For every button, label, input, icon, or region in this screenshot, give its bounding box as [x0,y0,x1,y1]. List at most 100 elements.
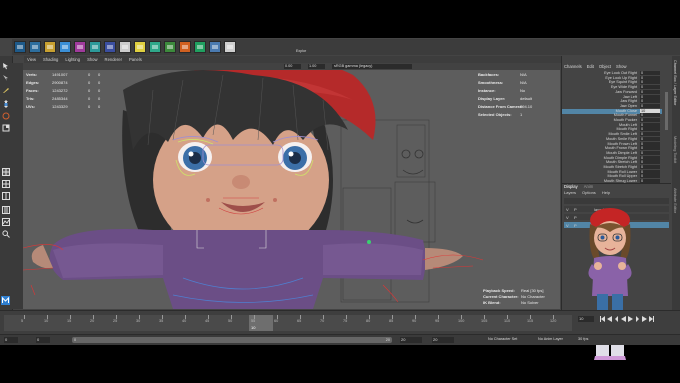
attribute-value-field[interactable]: 0 [640,174,660,179]
attribute-value-field[interactable]: 0 [640,85,660,90]
tab-attribute-editor[interactable]: Attribute Editor [673,188,677,213]
attribute-value-field[interactable]: 0 [640,127,660,132]
time-slider[interactable]: 10 5 10 15 20 25 30 35 40 45 50 55 60 65 70 75 80 85 90 95… [0,310,680,335]
range-slider[interactable]: 0 20 [72,337,392,343]
shelf-tool-icon[interactable] [104,41,116,53]
exposure-field[interactable]: 0.00 [284,64,301,69]
move-tool-icon[interactable] [2,100,10,108]
character-set-dropdown[interactable]: No Character Set [488,337,517,341]
shelf-tool-icon[interactable] [74,41,86,53]
viewport-menu-item[interactable]: Renderer [105,57,122,62]
layer-visibility-toggle[interactable]: V [566,223,569,228]
step-back-key-icon[interactable] [607,316,612,322]
viewport-menu-item[interactable]: View [27,57,36,62]
channel-box-menu-item[interactable]: Object [599,64,611,69]
fps-dropdown[interactable]: 30 fps [578,337,588,341]
attribute-value-field[interactable]: 0 [640,99,660,104]
attribute-value-field[interactable]: 0 [640,122,660,127]
channel-box-menu-item[interactable]: Show [616,64,626,69]
layer-playback-toggle[interactable]: P [574,207,577,212]
play-forward-icon[interactable] [628,316,633,322]
colorspace-dropdown[interactable]: sRGB gamma (legacy) [332,64,412,69]
lasso-tool-icon[interactable] [2,74,10,82]
layer-visibility-toggle[interactable]: V [566,215,569,220]
anim-layer-dropdown[interactable]: No Anim Layer [538,337,563,341]
scale-tool-icon[interactable] [2,124,10,132]
attribute-value-field[interactable]: 0 [640,118,660,122]
viewport-menu-item[interactable]: Panels [129,57,142,62]
shelf-tool-icon[interactable] [14,41,26,53]
search-icon[interactable] [2,230,10,238]
rotate-tool-icon[interactable] [2,112,10,120]
shelf-tool-icon[interactable] [89,41,101,53]
attribute-name: Mouth Pucker [613,118,637,122]
layer-editor-tab[interactable]: Anim [584,184,594,189]
shelf-tool-icon[interactable] [209,41,221,53]
attribute-value-field[interactable]: 0 [640,80,660,85]
shelf-tool-icon[interactable] [224,41,236,53]
layer-playback-toggle[interactable]: P [574,223,577,228]
step-back-frame-icon[interactable] [614,316,619,322]
play-backward-icon[interactable] [621,316,626,322]
timeline-track[interactable] [4,315,572,331]
layer-visibility-toggle[interactable]: V [566,207,569,212]
playback-end-field[interactable]: 20 [400,337,422,343]
attribute-value-field[interactable]: 0 [640,75,660,80]
attribute-value-field[interactable]: 0 [640,169,660,174]
3d-viewport[interactable]: Verts: 1491007 0 0 Edges: 2900874 0 0 Faces: 1243… [23,70,560,309]
attribute-value-field[interactable]: 0 [640,89,660,94]
shelf-tool-icon[interactable] [59,41,71,53]
attribute-value-field[interactable]: 0 [640,150,660,155]
gamma-field[interactable]: 1.00 [308,64,325,69]
shelf-tool-icon[interactable] [164,41,176,53]
step-forward-frame-icon[interactable] [635,316,640,322]
single-view-layout-icon[interactable] [2,168,10,176]
shelf-tool-icon[interactable] [179,41,191,53]
attribute-value-field[interactable]: 0 [640,71,660,75]
go-to-start-icon[interactable] [600,316,605,322]
channel-box-menu-item[interactable]: Channels [564,64,582,69]
current-frame-field[interactable]: 10 [578,316,594,322]
attribute-value-field[interactable]: 0 [640,165,660,169]
layer-editor-menu-item[interactable]: Layers [564,190,576,195]
layer-editor-menu-item[interactable]: Help [602,190,610,195]
viewport-menu-item[interactable]: Show [87,57,97,62]
shelf-tool-icon[interactable] [44,41,56,53]
paint-tool-icon[interactable] [2,86,10,94]
viewport-menu-item[interactable]: Lighting [65,57,80,62]
tab-modeling-toolkit[interactable]: Modeling Toolkit [673,136,677,163]
attribute-value-field[interactable]: 0 [640,146,660,151]
attribute-value-field[interactable]: 10 [640,108,660,113]
attribute-value-field[interactable]: 0 [640,160,660,165]
shelf-tool-icon[interactable] [29,41,41,53]
playback-start-field[interactable]: 0 [36,337,50,343]
four-view-layout-icon[interactable] [2,180,10,188]
shelf-icon-glyph [47,45,53,49]
channel-box-scrollbar[interactable] [665,92,668,130]
tab-channel-box[interactable]: Channel Box / Layer Editor [673,60,677,105]
attribute-value-field[interactable]: 0 [640,141,660,146]
select-tool-icon[interactable] [2,62,10,70]
step-forward-key-icon[interactable] [642,316,647,322]
layer-editor-tab[interactable]: Display [564,184,578,189]
shelf-tool-icon[interactable] [134,41,146,53]
attribute-value-field[interactable]: 0 [640,132,660,137]
attribute-value-field[interactable]: 0 [640,155,660,160]
graph-layout-icon[interactable] [2,218,10,226]
attribute-value-field[interactable]: 0 [640,94,660,99]
two-view-layout-icon[interactable] [2,192,10,200]
attribute-value-field[interactable]: 0 [640,103,660,108]
viewport-menu-item[interactable]: Shading [43,57,58,62]
go-to-end-icon[interactable] [649,316,654,322]
shelf-tool-icon[interactable] [149,41,161,53]
attribute-value-field[interactable]: 0 [640,136,660,141]
start-time-field[interactable]: 0 [4,337,18,343]
attribute-value-field[interactable]: 0 [640,113,660,118]
outliner-layout-icon[interactable] [2,206,10,214]
layer-playback-toggle[interactable]: P [574,215,577,220]
end-time-field[interactable]: 20 [432,337,454,343]
shelf-tool-icon[interactable] [119,41,131,53]
layer-editor-menu-item[interactable]: Options [582,190,596,195]
shelf-tool-icon[interactable] [194,41,206,53]
channel-box-menu-item[interactable]: Edit [587,64,594,69]
